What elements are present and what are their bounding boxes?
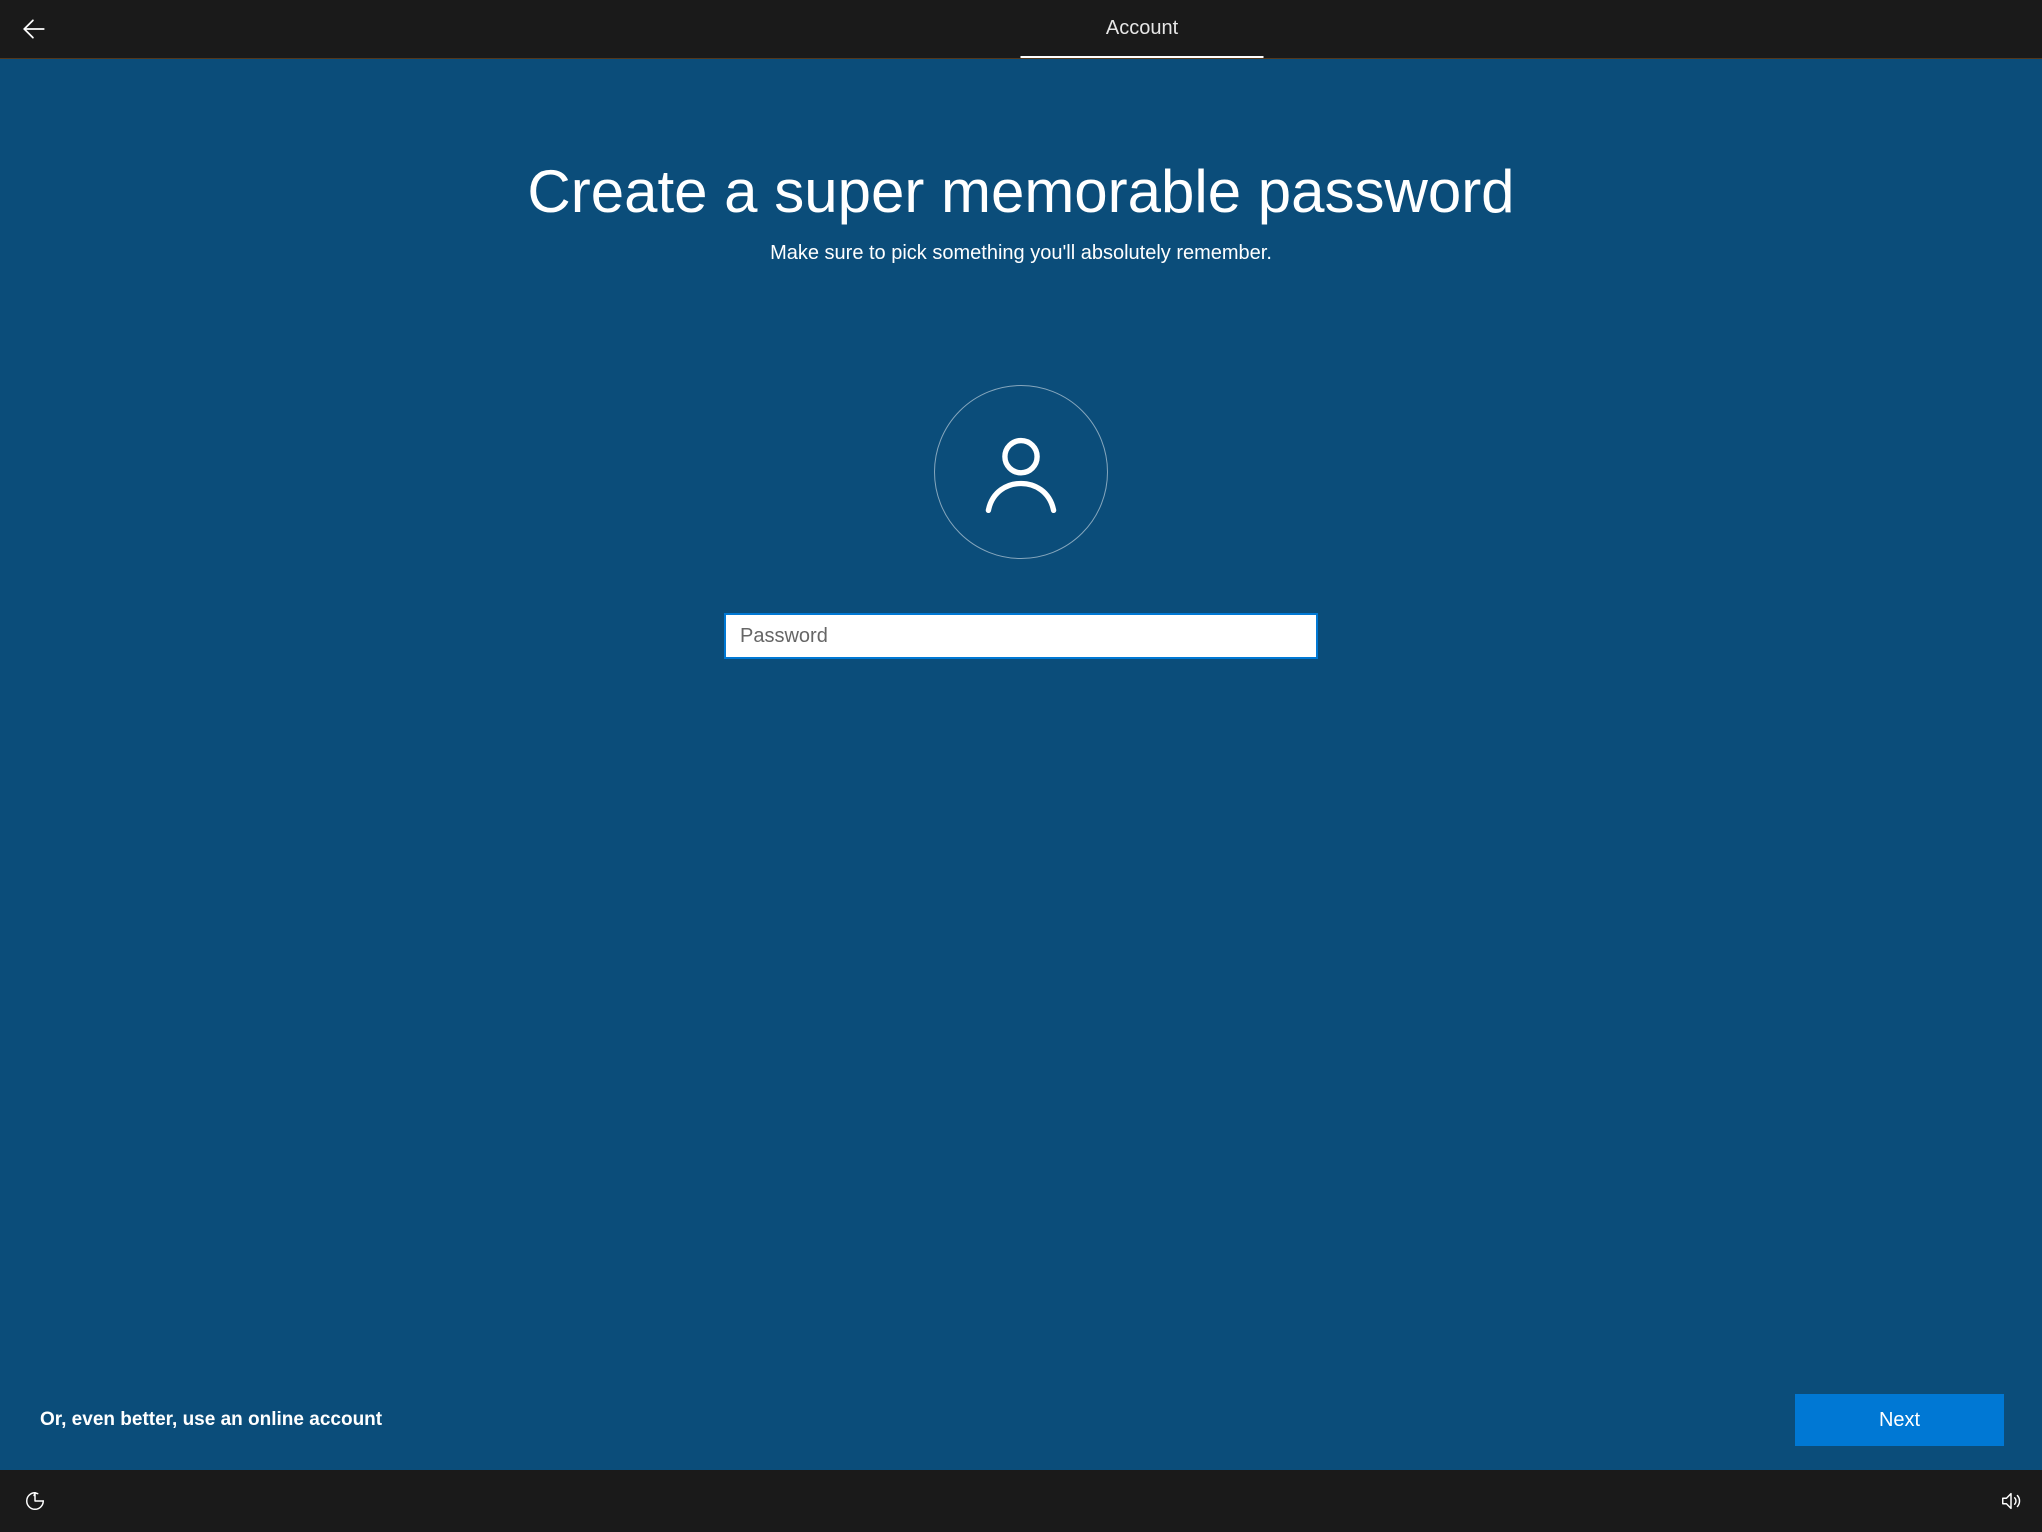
- back-button[interactable]: [18, 13, 50, 45]
- bottom-row: Or, even better, use an online account N…: [40, 1394, 2004, 1446]
- tab-bar: Account: [779, 0, 1264, 58]
- top-header: Account: [0, 0, 2042, 58]
- accessibility-icon: [24, 1490, 46, 1512]
- tab-account[interactable]: Account: [1021, 0, 1264, 58]
- arrow-left-icon: [21, 16, 47, 42]
- avatar-container: [934, 385, 1108, 559]
- next-button-label: Next: [1879, 1409, 1920, 1431]
- bottom-bar: [0, 1470, 2042, 1532]
- volume-icon: [2000, 1490, 2022, 1512]
- next-button[interactable]: Next: [1795, 1394, 2004, 1446]
- tab-account-label: Account: [1106, 17, 1178, 40]
- password-input[interactable]: [724, 613, 1318, 659]
- online-account-link[interactable]: Or, even better, use an online account: [40, 1409, 382, 1431]
- page-subtitle: Make sure to pick something you'll absol…: [770, 242, 1272, 265]
- avatar: [934, 385, 1108, 559]
- bottom-left-icons: [22, 1488, 48, 1514]
- page-title: Create a super memorable password: [527, 157, 1514, 226]
- user-icon: [975, 426, 1067, 518]
- main-content: Create a super memorable password Make s…: [0, 59, 2042, 1470]
- password-input-wrap: [724, 613, 1318, 659]
- bottom-right-icons: [1998, 1488, 2024, 1514]
- volume-button[interactable]: [1998, 1488, 2024, 1514]
- accessibility-button[interactable]: [22, 1488, 48, 1514]
